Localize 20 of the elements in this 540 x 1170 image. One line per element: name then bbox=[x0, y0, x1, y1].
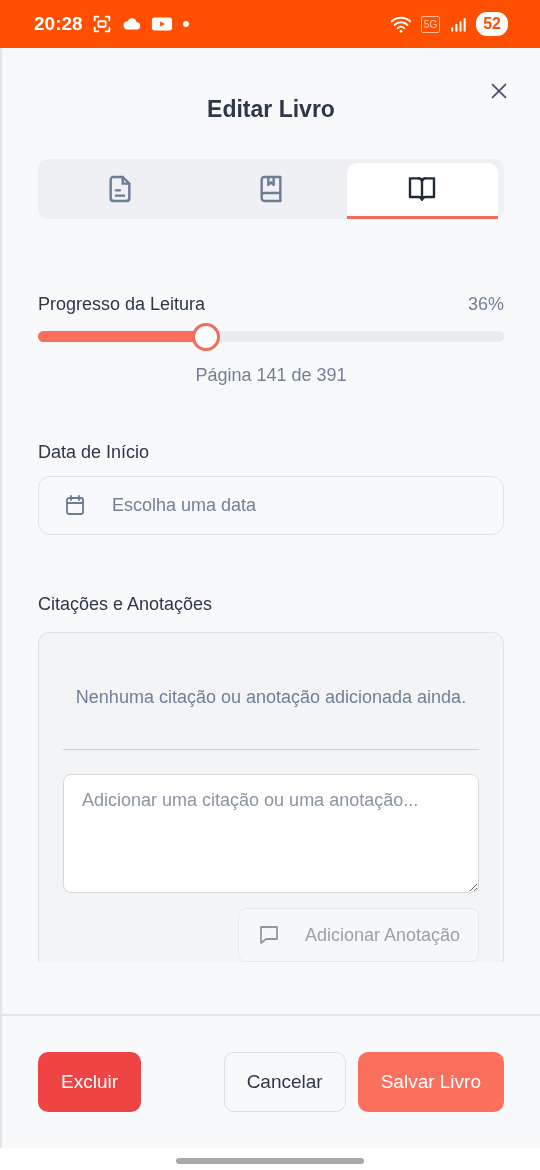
network-type: 5G bbox=[420, 15, 441, 33]
cancel-button[interactable]: Cancelar bbox=[223, 1052, 346, 1112]
empty-message: Nenhuma citação ou anotação adicionada ainda. bbox=[74, 685, 468, 709]
dialog-title: Editar Livro bbox=[206, 95, 336, 124]
progress-slider[interactable] bbox=[38, 321, 504, 352]
calendar-icon bbox=[63, 492, 87, 517]
dot-icon bbox=[180, 19, 191, 29]
save-button[interactable]: Salvar Livro bbox=[357, 1052, 504, 1112]
tab[interactable] bbox=[346, 162, 498, 219]
note-input[interactable]: Adicionar uma citação ou uma anotação... bbox=[63, 774, 479, 894]
page-count: Página 141 de 391 bbox=[194, 363, 348, 387]
progress-percent: 36% bbox=[467, 292, 504, 316]
status-time: 20:28 bbox=[34, 11, 83, 36]
date-field[interactable]: Escolha uma data bbox=[38, 475, 504, 535]
notes-label: Citações e Anotações bbox=[38, 592, 214, 616]
slider-thumb[interactable] bbox=[191, 322, 220, 351]
start-date-label: Data de Início bbox=[38, 440, 151, 464]
progress-label: Progresso da Leitura bbox=[38, 292, 206, 316]
battery-level: 52 bbox=[476, 12, 508, 36]
delete-button[interactable]: Excluir bbox=[38, 1052, 141, 1112]
